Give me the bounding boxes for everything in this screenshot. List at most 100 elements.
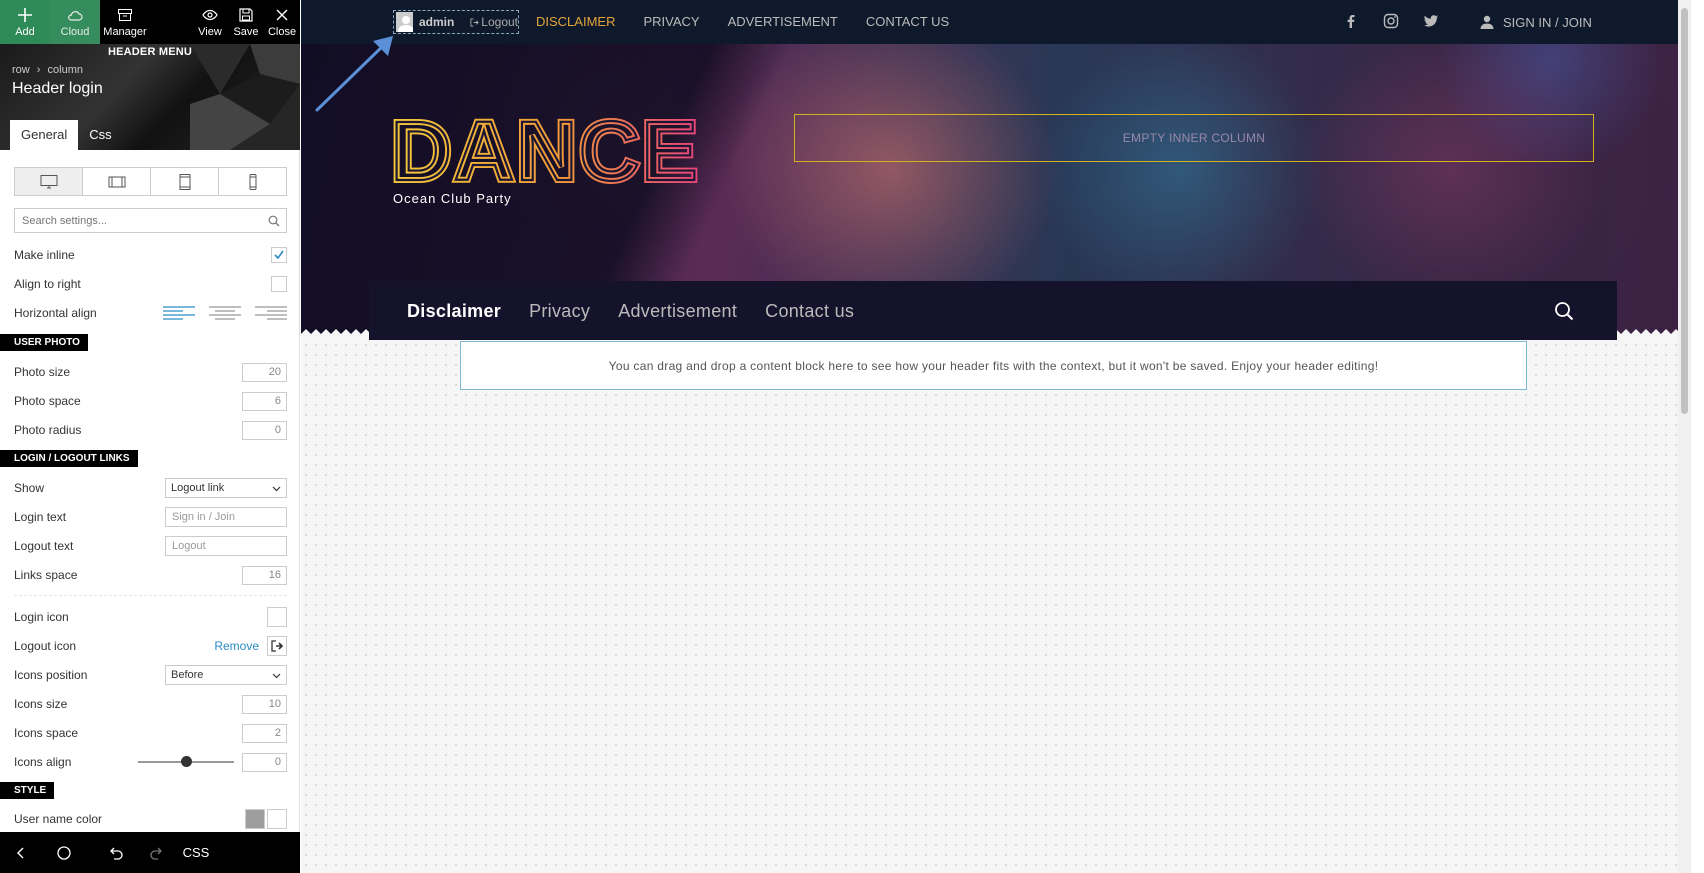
css-button[interactable]: CSS (174, 832, 218, 873)
view-button[interactable]: View (192, 0, 228, 44)
icons-position-row: Icons position Before (14, 665, 287, 685)
redo-icon (150, 847, 162, 860)
icons-size-label: Icons size (14, 697, 68, 711)
horizontal-align-row: Horizontal align (14, 303, 287, 323)
chevron-down-icon (272, 673, 281, 679)
header-login-widget[interactable]: admin Logout (393, 10, 519, 34)
mainnav-contact-us[interactable]: Contact us (765, 301, 854, 322)
sign-in-link[interactable]: SIGN IN / JOIN (1479, 14, 1592, 30)
mainnav-advertisement[interactable]: Advertisement (618, 301, 737, 322)
desktop-icon (40, 174, 57, 188)
device-phone[interactable] (219, 168, 286, 195)
user-name-color-swatch[interactable] (245, 809, 265, 829)
manager-button[interactable]: Manager (100, 0, 150, 44)
icons-align-input[interactable]: 0 (242, 752, 287, 772)
logout-link[interactable]: Logout (470, 15, 518, 29)
links-space-label: Links space (14, 568, 78, 582)
redo-button[interactable] (138, 832, 174, 873)
section-login-links: LOGIN / LOGOUT LINKS (0, 450, 138, 467)
slider-handle[interactable] (181, 756, 192, 767)
scrollbar-thumb[interactable] (1681, 8, 1688, 414)
sign-out-icon (470, 17, 480, 27)
manager-icon (118, 8, 132, 21)
icons-align-slider[interactable] (138, 756, 234, 767)
mainnav-privacy[interactable]: Privacy (529, 301, 590, 322)
icons-position-select[interactable]: Before (165, 665, 287, 685)
search-icon[interactable] (1554, 301, 1574, 321)
photo-size-row: Photo size 20 (14, 362, 287, 382)
topnav-privacy[interactable]: PRIVACY (643, 14, 699, 29)
mainnav-disclaimer[interactable]: Disclaimer (407, 301, 501, 322)
section-user-photo: USER PHOTO (0, 334, 88, 351)
breadcrumb-row[interactable]: row (12, 64, 30, 76)
breadcrumb-separator: › (36, 64, 41, 76)
drop-zone-hint[interactable]: You can drag and drop a content block he… (460, 341, 1527, 390)
facebook-icon[interactable] (1343, 13, 1359, 29)
top-bar: admin Logout DISCLAIMER PRIVACY ADVERTIS… (301, 0, 1691, 44)
twitter-icon[interactable] (1423, 13, 1439, 29)
remove-logout-icon-link[interactable]: Remove (214, 639, 259, 653)
panel-tabs: General Css (10, 120, 123, 150)
icons-space-input[interactable]: 2 (242, 723, 287, 743)
tablet-portrait-icon (179, 173, 190, 190)
home-button[interactable] (42, 832, 86, 873)
user-name-color-clear[interactable] (267, 809, 287, 829)
icons-position-value: Before (171, 669, 204, 681)
logout-icon-label: Logout icon (14, 639, 77, 653)
topnav-advertisement[interactable]: ADVERTISEMENT (728, 14, 838, 29)
show-select[interactable]: Logout link (165, 478, 287, 498)
undo-button[interactable] (94, 832, 138, 873)
tab-general[interactable]: General (10, 120, 79, 150)
make-inline-label: Make inline (14, 248, 75, 262)
site-header: admin Logout DISCLAIMER PRIVACY ADVERTIS… (301, 0, 1691, 340)
login-icon-picker[interactable] (267, 607, 287, 627)
align-right-label: Align to right (14, 277, 81, 291)
logout-text-input[interactable]: Logout (165, 536, 287, 556)
user-name-color-label: User name color (14, 812, 103, 826)
photo-size-label: Photo size (14, 365, 71, 379)
icons-align-row: Icons align 0 (14, 752, 287, 772)
save-label: Save (233, 25, 259, 38)
device-desktop[interactable] (15, 168, 83, 195)
panel-title: Header login (12, 80, 103, 97)
page-scrollbar[interactable] (1678, 0, 1691, 873)
back-button[interactable] (0, 832, 42, 873)
photo-radius-input[interactable]: 0 (242, 420, 287, 440)
topnav-contact-us[interactable]: CONTACT US (866, 14, 949, 29)
topnav-disclaimer[interactable]: DISCLAIMER (536, 14, 615, 29)
empty-inner-column[interactable]: EMPTY INNER COLUMN (794, 114, 1594, 162)
user-avatar (396, 12, 413, 32)
login-text-input[interactable]: Sign in / Join (165, 507, 287, 527)
tab-css[interactable]: Css (78, 120, 122, 150)
photo-size-input[interactable]: 20 (242, 362, 287, 382)
device-tablet-portrait[interactable] (151, 168, 219, 195)
breadcrumb-column[interactable]: column (48, 64, 83, 76)
username[interactable]: admin (419, 15, 454, 29)
photo-space-row: Photo space 6 (14, 391, 287, 411)
links-space-input[interactable]: 16 (242, 565, 287, 585)
align-right-icon[interactable] (255, 306, 287, 320)
save-button[interactable]: Save (228, 0, 264, 44)
links-space-row: Links space 16 (14, 565, 287, 585)
settings-search-input[interactable] (15, 209, 286, 232)
panel-body: Make inline Align to right Horizontal al… (0, 150, 300, 832)
align-right-checkbox[interactable] (271, 276, 287, 292)
floppy-icon (239, 7, 253, 22)
close-button[interactable]: Close (264, 0, 300, 44)
align-center-icon[interactable] (209, 306, 241, 320)
make-inline-checkbox[interactable] (271, 247, 287, 263)
logout-text-row: Logout text Logout (14, 536, 287, 556)
instagram-icon[interactable] (1383, 13, 1399, 29)
photo-space-input[interactable]: 6 (242, 391, 287, 411)
device-tablet-landscape[interactable] (83, 168, 151, 195)
icons-size-input[interactable]: 10 (242, 694, 287, 714)
logout-icon-picker[interactable] (267, 636, 287, 656)
login-icon-row: Login icon (14, 607, 287, 627)
make-inline-row: Make inline (14, 245, 287, 265)
cloud-button[interactable]: Cloud (50, 0, 100, 44)
align-left-icon[interactable] (163, 306, 195, 320)
close-icon (276, 9, 288, 20)
add-button[interactable]: Add (0, 0, 50, 44)
circle-icon (57, 845, 71, 860)
settings-search (14, 208, 287, 233)
